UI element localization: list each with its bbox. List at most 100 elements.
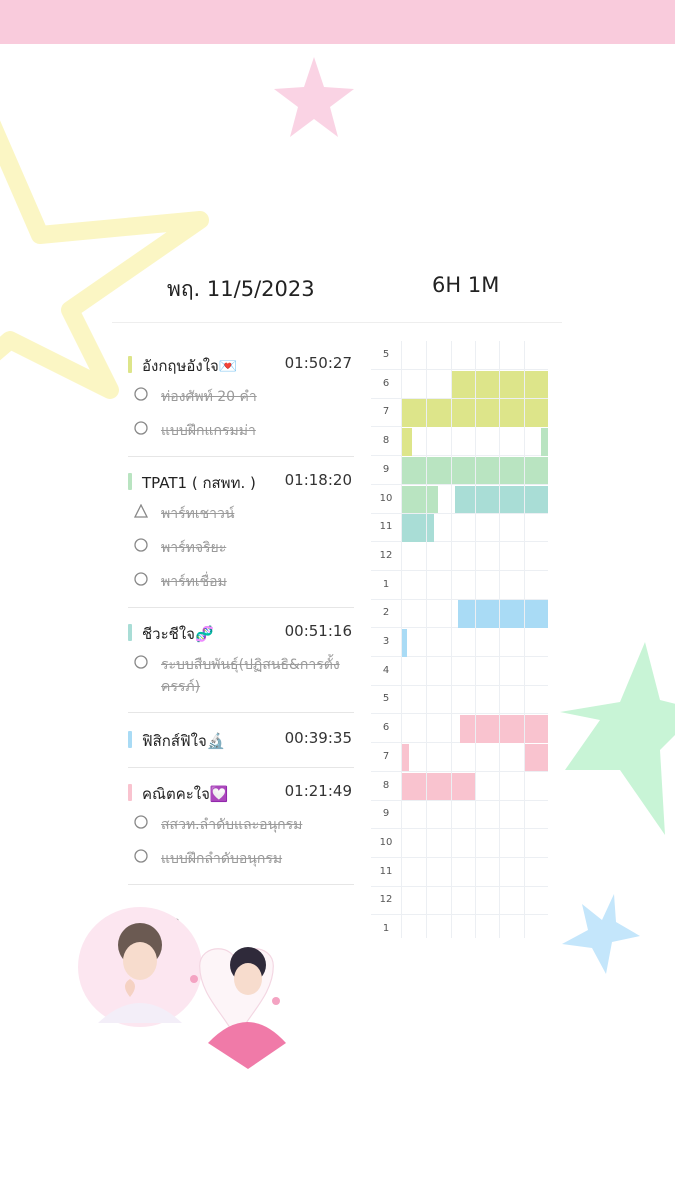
timeline-session-block bbox=[457, 600, 548, 628]
timeline-row: 9 bbox=[371, 800, 548, 830]
subject-item[interactable]: TPAT1 ( กสพท. ) 01:18:20 พาร์ทเชาวน์ พาร… bbox=[128, 457, 354, 608]
circle-icon[interactable] bbox=[134, 572, 148, 586]
header-divider bbox=[112, 322, 562, 323]
subject-item[interactable]: ฟิสิกส์ฟิใจ🔬 00:39:35 bbox=[128, 713, 354, 768]
subject-item[interactable]: ชีวะชีใจ🧬 00:51:16 ระบบสืบพันธุ์(ปฏิสนธิ… bbox=[128, 608, 354, 713]
task-label: แบบฝึกแกรมม่า bbox=[161, 423, 256, 439]
timeline-row: 12 bbox=[371, 541, 548, 571]
subject-item[interactable]: คณิตคะใจ💟 01:21:49 สสวท.ลำดับและอนุกรม แ… bbox=[128, 768, 354, 885]
timeline-grid-line bbox=[426, 341, 428, 938]
circle-icon[interactable] bbox=[134, 421, 148, 435]
timeline-session-block bbox=[402, 485, 439, 514]
timeline-hour-label: 4 bbox=[371, 656, 402, 685]
subject-time: 01:18:20 bbox=[284, 471, 352, 489]
subject-time: 01:21:49 bbox=[284, 782, 352, 800]
timeline-session-block bbox=[455, 485, 548, 514]
task-label: สสวท.ลำดับและอนุกรม bbox=[161, 817, 303, 833]
timeline-hour-label: 11 bbox=[371, 513, 402, 542]
task-label: พาร์ทเชื่อม bbox=[161, 574, 227, 590]
timeline-hour-label: 8 bbox=[371, 771, 402, 800]
task-label: ท่องศัพท์ 20 คำ bbox=[161, 389, 257, 405]
blue-star-decoration bbox=[562, 894, 640, 974]
timeline-hour-label: 11 bbox=[371, 857, 402, 886]
timeline-hour-label: 10 bbox=[371, 484, 402, 513]
subject-name: อังกฤษอังใจ💌 bbox=[142, 357, 238, 375]
subject-color-bar bbox=[128, 624, 132, 641]
hourly-timeline: 5 6 7 8 9 10 11 12 1 2 3 4 5 6 7 8 9 10 11 12 1 bbox=[371, 341, 548, 938]
subject-list: อังกฤษอังใจ💌 01:50:27 ท่องศัพท์ 20 คำ แบ… bbox=[128, 340, 354, 885]
timeline-session-block bbox=[402, 772, 475, 801]
timeline-hour-label: 6 bbox=[371, 369, 402, 398]
timeline-row: 11 bbox=[371, 513, 548, 543]
task-item[interactable]: พาร์ทเชาวน์ bbox=[128, 495, 354, 529]
timeline-hour-label: 12 bbox=[371, 886, 402, 915]
timeline-session-block bbox=[402, 514, 434, 542]
task-item[interactable]: พาร์ทจริยะ bbox=[128, 529, 354, 563]
timeline-grid-line bbox=[523, 341, 525, 938]
timeline-hour-label: 1 bbox=[371, 915, 402, 938]
timeline-row: 3 bbox=[371, 628, 548, 657]
timeline-hour-label: 7 bbox=[371, 398, 402, 427]
timeline-session-block bbox=[402, 743, 410, 772]
subject-name: ชีวะชีใจ🧬 bbox=[142, 625, 214, 643]
task-label: ระบบสืบพันธุ์(ปฏิสนธิ&การตั้งครรภ์) bbox=[161, 657, 340, 695]
circle-icon[interactable] bbox=[134, 815, 148, 829]
timeline-row: 12 bbox=[371, 886, 548, 916]
timeline-grid-line bbox=[499, 341, 501, 938]
task-item[interactable]: สสวท.ลำดับและอนุกรม bbox=[128, 806, 354, 840]
timeline-row: 4 bbox=[371, 656, 548, 686]
task-label: พาร์ทเชาวน์ bbox=[161, 506, 235, 522]
timeline-hour-label: 2 bbox=[371, 599, 402, 628]
timeline-hour-label: 8 bbox=[371, 427, 402, 456]
timeline-hour-label: 10 bbox=[371, 828, 402, 857]
timeline-hour-label: 3 bbox=[371, 628, 402, 656]
timeline-row: 8 bbox=[371, 427, 548, 457]
task-label: พาร์ทจริยะ bbox=[161, 540, 227, 556]
subject-time: 00:51:16 bbox=[284, 622, 352, 640]
subject-name: คณิตคะใจ💟 bbox=[142, 785, 229, 803]
green-star-decoration bbox=[560, 642, 675, 835]
subject-name: TPAT1 ( กสพท. ) bbox=[142, 474, 256, 492]
circle-icon[interactable] bbox=[134, 849, 148, 863]
task-item[interactable]: ระบบสืบพันธุ์(ปฏิสนธิ&การตั้งครรภ์) bbox=[128, 646, 354, 702]
subject-time: 00:39:35 bbox=[284, 729, 352, 747]
timeline-hour-label: 1 bbox=[371, 570, 402, 599]
timeline-hour-label: 12 bbox=[371, 541, 402, 570]
circle-icon[interactable] bbox=[134, 387, 148, 401]
timeline-row: 11 bbox=[371, 857, 548, 887]
session-date: พฤ. 11/5/2023 bbox=[167, 277, 315, 301]
subject-time: 01:50:27 bbox=[284, 354, 352, 372]
timeline-row: 10 bbox=[371, 828, 548, 858]
timeline-hour-label: 5 bbox=[371, 341, 402, 369]
timeline-session-block bbox=[402, 428, 412, 456]
pink-star-decoration bbox=[274, 57, 354, 137]
timeline-session-block bbox=[402, 629, 407, 657]
task-item[interactable]: ท่องศัพท์ 20 คำ bbox=[128, 378, 354, 412]
task-item[interactable]: พาร์ทเชื่อม bbox=[128, 563, 354, 597]
circle-icon[interactable] bbox=[134, 538, 148, 552]
task-item[interactable]: แบบฝึกแกรมม่า bbox=[128, 412, 354, 446]
timeline-row: 1 bbox=[371, 915, 548, 938]
timeline-hour-label: 5 bbox=[371, 685, 402, 714]
subject-item[interactable]: อังกฤษอังใจ💌 01:50:27 ท่องศัพท์ 20 คำ แบ… bbox=[128, 340, 354, 457]
circle-icon[interactable] bbox=[134, 655, 148, 669]
timeline-session-block bbox=[540, 428, 548, 456]
subject-color-bar bbox=[128, 356, 132, 373]
total-study-time: 6H 1M bbox=[432, 273, 500, 297]
subject-color-bar bbox=[128, 731, 132, 748]
timeline-row: 5 bbox=[371, 341, 548, 370]
timeline-session-block bbox=[523, 743, 548, 772]
subject-color-bar bbox=[128, 784, 132, 801]
timeline-grid-line bbox=[450, 341, 452, 938]
timeline-row: 1 bbox=[371, 570, 548, 600]
task-item[interactable]: แบบฝึกลำดับอนุกรม bbox=[128, 840, 354, 874]
timeline-hour-label: 6 bbox=[371, 714, 402, 743]
sticker-photos bbox=[78, 907, 286, 1069]
subject-color-bar bbox=[128, 473, 132, 490]
timeline-hour-label: 9 bbox=[371, 800, 402, 829]
triangle-icon[interactable] bbox=[134, 504, 148, 518]
timeline-hour-label: 9 bbox=[371, 455, 402, 484]
timeline-grid-line bbox=[474, 341, 476, 938]
top-banner bbox=[0, 0, 675, 44]
task-label: แบบฝึกลำดับอนุกรม bbox=[161, 851, 283, 867]
